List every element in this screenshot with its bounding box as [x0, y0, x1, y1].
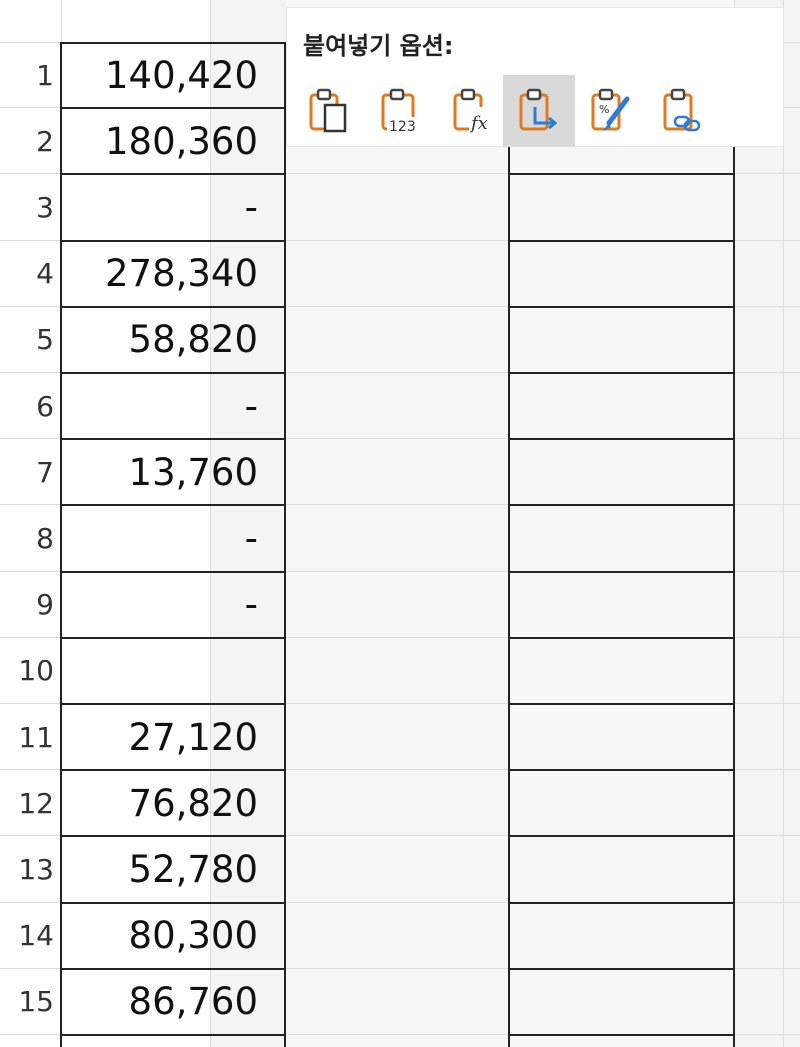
paste-link-icon	[663, 88, 701, 132]
row-header[interactable]: 7	[0, 439, 54, 505]
range-border	[60, 1034, 286, 1036]
range-border	[60, 107, 286, 110]
range-border	[284, 42, 286, 1047]
range-border	[60, 239, 286, 242]
row-header[interactable]: 2	[0, 108, 54, 174]
range-border	[508, 769, 735, 772]
cell-value[interactable]: 86,760	[62, 969, 284, 1035]
paste-formatting-button[interactable]: %	[575, 75, 647, 147]
row-header[interactable]: 5	[0, 307, 54, 373]
row-header[interactable]: 11	[0, 704, 54, 770]
range-border	[508, 173, 735, 176]
cell-value[interactable]: 140,420	[62, 42, 284, 108]
paste-formulas-button[interactable]: fx	[437, 75, 509, 147]
range-border	[508, 835, 735, 838]
range-border	[60, 372, 286, 374]
range-border	[60, 438, 286, 441]
row-header[interactable]: 6	[0, 373, 54, 439]
paste-button[interactable]	[293, 75, 365, 147]
range-border	[60, 504, 286, 507]
range-border	[508, 703, 735, 705]
paste-options-panel: 붙여넣기 옵션: 123 fx %	[287, 8, 783, 147]
range-border	[508, 438, 735, 441]
paste-formulas-icon: fx	[453, 88, 493, 134]
range-border	[60, 42, 286, 44]
range-border	[60, 42, 62, 1047]
cell-value[interactable]: 58,820	[62, 307, 284, 373]
row-header[interactable]: 15	[0, 969, 54, 1035]
cell-value[interactable]: 27,120	[62, 704, 284, 770]
paste-options-title: 붙여넣기 옵션:	[303, 32, 454, 60]
range-border	[508, 1034, 735, 1036]
values-icon-text: 123	[389, 119, 416, 135]
cell-value[interactable]: 278,340	[62, 241, 284, 307]
cell-value[interactable]: 180,360	[62, 108, 284, 174]
cell-value[interactable]: -	[62, 505, 284, 571]
paste-transpose-button[interactable]	[503, 75, 575, 147]
range-border	[60, 570, 286, 573]
paste-values-icon: 123	[381, 88, 421, 135]
cell-value[interactable]	[62, 638, 284, 704]
range-border	[60, 173, 286, 176]
svg-text:%: %	[599, 103, 609, 116]
paste-values-button[interactable]: 123	[365, 75, 437, 147]
row-header[interactable]: 4	[0, 241, 54, 307]
range-border	[60, 703, 286, 705]
row-header[interactable]: 12	[0, 770, 54, 836]
cell-value[interactable]: 76,820	[62, 770, 284, 836]
paste-icon	[309, 88, 347, 133]
range-border	[508, 372, 735, 374]
paste-transpose-icon	[519, 88, 558, 131]
range-border	[508, 504, 735, 507]
cell-value[interactable]: -	[62, 373, 284, 439]
range-border	[508, 901, 735, 904]
cell-value[interactable]: -	[62, 174, 284, 240]
range-border	[508, 967, 735, 970]
range-border	[508, 570, 735, 573]
range-border	[508, 239, 735, 242]
column-tint-cd	[286, 0, 734, 1047]
formulas-icon-text: fx	[469, 113, 488, 134]
cell-value[interactable]: 52,780	[62, 836, 284, 902]
range-border	[508, 146, 510, 1047]
range-border	[60, 835, 286, 838]
range-border	[733, 146, 735, 1047]
row-header[interactable]: 10	[0, 638, 54, 704]
range-border	[60, 769, 286, 772]
gridline-v	[783, 0, 784, 1047]
column-tint-e	[734, 0, 800, 1047]
range-border	[60, 967, 286, 970]
row-header[interactable]: 3	[0, 174, 54, 240]
range-border	[60, 636, 286, 639]
row-header[interactable]: 9	[0, 572, 54, 638]
row-header[interactable]: 13	[0, 836, 54, 902]
row-header[interactable]: 8	[0, 505, 54, 571]
cell-value[interactable]: 13,760	[62, 439, 284, 505]
row-header[interactable]: 14	[0, 903, 54, 969]
row-header[interactable]: 1	[0, 42, 54, 108]
cell-value[interactable]: 80,300	[62, 903, 284, 969]
range-border	[60, 305, 286, 308]
range-border	[60, 901, 286, 904]
paste-link-button[interactable]	[647, 75, 719, 147]
paste-formatting-icon: %	[591, 88, 630, 131]
range-border	[508, 305, 735, 308]
cell-value[interactable]: -	[62, 572, 284, 638]
range-border	[508, 636, 735, 639]
